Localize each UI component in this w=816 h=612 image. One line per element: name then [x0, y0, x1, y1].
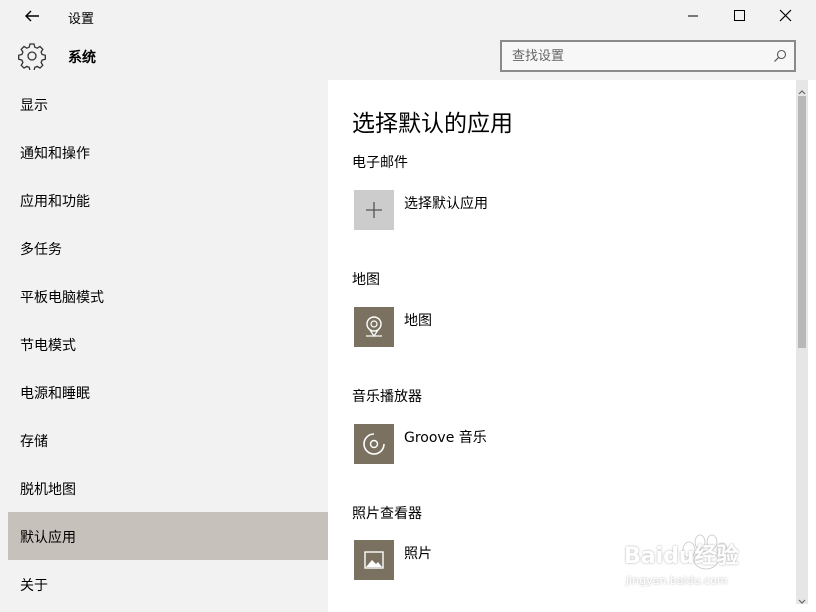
sidebar-item-label: 存储: [20, 434, 48, 450]
maps-icon: [354, 307, 394, 347]
sidebar-item-label: 节电模式: [20, 338, 76, 354]
sidebar-item-power-sleep[interactable]: 电源和睡眠: [8, 368, 328, 416]
app-name: 地图: [404, 313, 432, 329]
close-icon: [779, 9, 792, 22]
maps-app-picker[interactable]: 地图: [354, 307, 654, 347]
sidebar-item-storage[interactable]: 存储: [8, 416, 328, 464]
watermark-brand: Baidu经验: [624, 544, 739, 569]
sidebar-item-apps-features[interactable]: 应用和功能: [8, 176, 328, 224]
photos-app-picker[interactable]: 照片: [354, 540, 654, 580]
sidebar-item-battery-saver[interactable]: 节电模式: [8, 320, 328, 368]
sidebar-item-label: 应用和功能: [20, 194, 90, 210]
settings-window: 设置 系统 查找设置 显示 通知和操作 应用和功能 多任务 平板电脑模式 节电模…: [0, 0, 816, 612]
sidebar-item-label: 多任务: [20, 242, 62, 258]
back-arrow-icon: [25, 10, 39, 22]
search-icon[interactable]: [772, 48, 788, 64]
scroll-up-arrow-icon[interactable]: [796, 82, 808, 95]
sidebar-item-multitasking[interactable]: 多任务: [8, 224, 328, 272]
sidebar-item-default-apps[interactable]: 默认应用: [8, 512, 328, 560]
back-button[interactable]: [20, 4, 44, 28]
app-name: 照片: [404, 546, 432, 562]
groove-music-icon: [354, 424, 394, 464]
music-app-picker[interactable]: Groove 音乐: [354, 424, 654, 464]
section-label-photo-viewer: 照片查看器: [352, 506, 422, 522]
scroll-down-arrow-icon[interactable]: [796, 592, 808, 604]
watermark-url: jingyan.baidu.com: [626, 574, 728, 587]
section-title: 系统: [68, 50, 96, 66]
sidebar-item-label: 默认应用: [20, 530, 76, 546]
sidebar-item-about[interactable]: 关于: [8, 560, 328, 608]
app-name: Groove 音乐: [404, 430, 487, 446]
email-app-picker[interactable]: 选择默认应用: [354, 190, 654, 230]
window-title: 设置: [68, 12, 95, 27]
section-label-maps: 地图: [352, 272, 380, 288]
sidebar-item-label: 通知和操作: [20, 146, 90, 162]
photos-icon: [354, 540, 394, 580]
maximize-icon: [734, 10, 745, 21]
sidebar-item-display[interactable]: 显示: [8, 80, 328, 128]
baidu-watermark: Baidu经验 jingyan.baidu.com: [620, 528, 770, 598]
sidebar-item-tablet-mode[interactable]: 平板电脑模式: [8, 272, 328, 320]
vertical-scrollbar[interactable]: [796, 80, 808, 604]
search-box[interactable]: [500, 40, 796, 72]
app-name: 选择默认应用: [404, 196, 488, 212]
title-bar: 设置: [0, 0, 816, 32]
scrollbar-thumb[interactable]: [798, 96, 806, 348]
sidebar-item-label: 脱机地图: [20, 482, 76, 498]
section-label-music-player: 音乐播放器: [352, 389, 422, 405]
section-label-email: 电子邮件: [352, 155, 408, 171]
close-button[interactable]: [762, 0, 808, 32]
plus-icon: [354, 190, 394, 230]
page-title: 选择默认的应用: [352, 111, 513, 137]
gear-icon: [18, 42, 46, 72]
minimize-button[interactable]: [670, 0, 716, 32]
search-input[interactable]: [502, 42, 772, 70]
maximize-button[interactable]: [716, 0, 762, 32]
sidebar-item-label: 平板电脑模式: [20, 290, 104, 306]
settings-header: 系统: [0, 32, 816, 80]
sidebar-item-offline-maps[interactable]: 脱机地图: [8, 464, 328, 512]
sidebar-item-label: 显示: [20, 98, 48, 114]
sidebar-item-label: 关于: [20, 578, 48, 594]
sidebar-item-label: 电源和睡眠: [20, 386, 90, 402]
sidebar-item-notifications[interactable]: 通知和操作: [8, 128, 328, 176]
sidebar: 显示 通知和操作 应用和功能 多任务 平板电脑模式 节电模式 电源和睡眠 存储 …: [0, 80, 328, 612]
minimize-icon: [688, 15, 698, 17]
